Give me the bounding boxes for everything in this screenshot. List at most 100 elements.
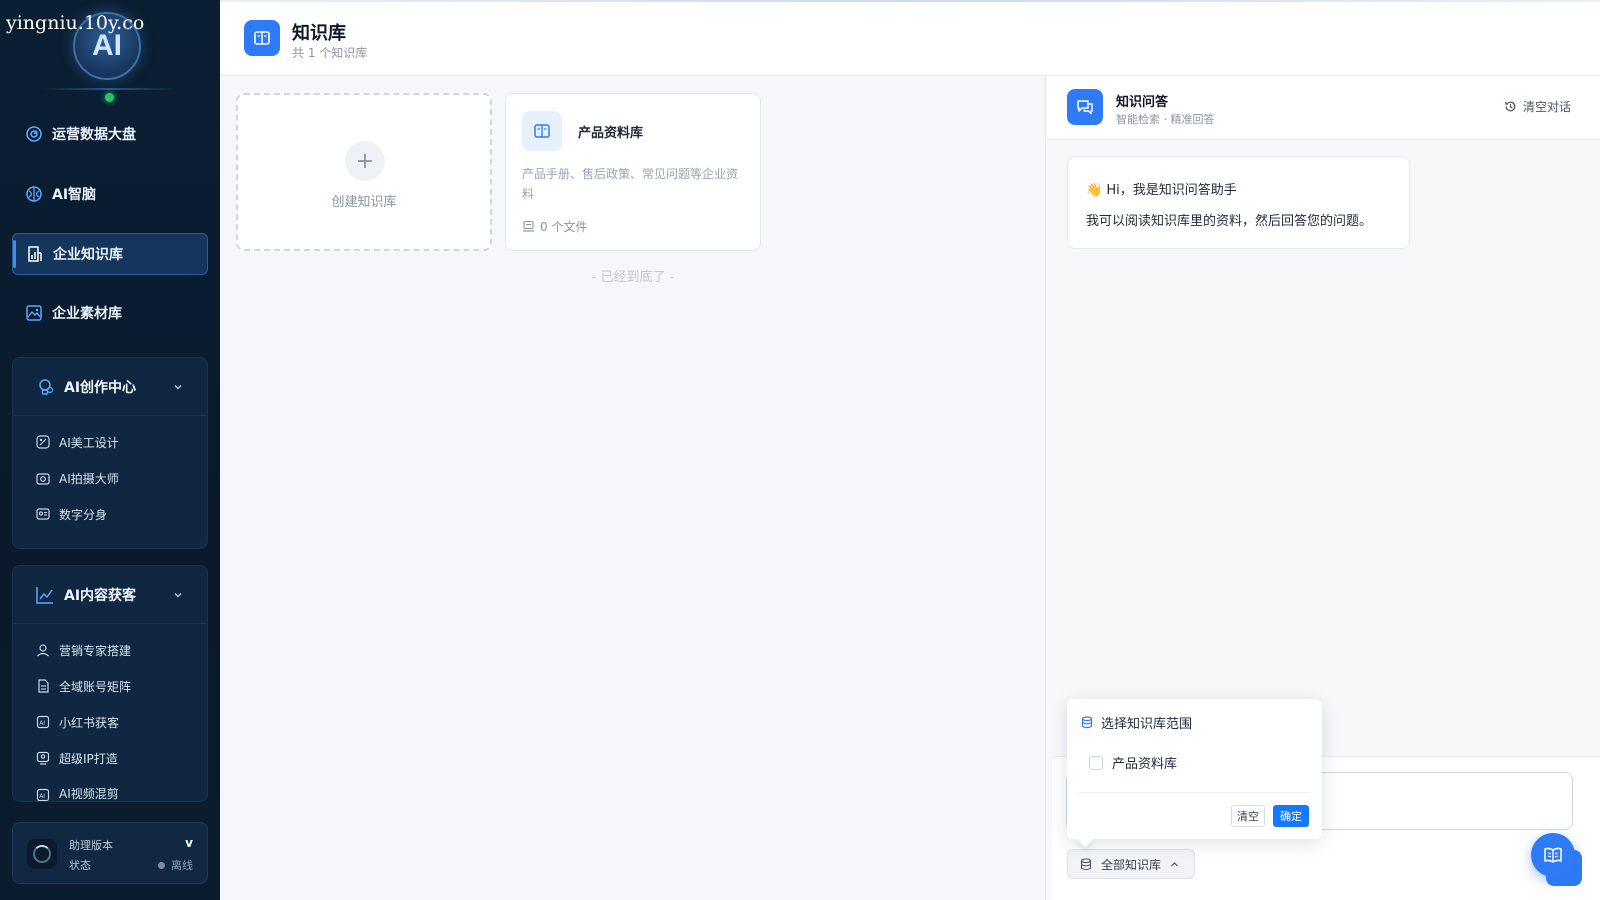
- sidebar-subitem-label: 营销专家搭建: [59, 643, 132, 658]
- nav-group-label: AI内容获客: [64, 587, 137, 604]
- chat-subtitle: 智能检索 · 精准回答: [1116, 113, 1215, 126]
- knowledge-base-description: 产品手册、售后政策、常见问题等企业资料: [522, 167, 739, 201]
- status-label: 状态: [69, 859, 91, 872]
- version-value: v: [185, 836, 193, 850]
- chat-title: 知识问答: [1116, 95, 1169, 110]
- nav-group-ai-acquisition: AI内容获客 营销专家搭建 全域账号矩阵 AI 小红书获客 超级IP打造 AI …: [12, 565, 208, 802]
- sidebar-subitem-ai-design[interactable]: AI美工设计: [13, 424, 207, 460]
- sidebar-item-knowledge-base[interactable]: 企业知识库: [12, 233, 208, 275]
- scope-option-product-library[interactable]: 产品资料库: [1089, 753, 1177, 772]
- image-icon: [25, 304, 43, 322]
- header-top-line: [220, 0, 1600, 2]
- nav-group-label: AI创作中心: [64, 379, 137, 396]
- ai-badge-icon: AI: [35, 787, 50, 801]
- knowledge-base-name: 产品资料库: [578, 126, 644, 141]
- trend-icon: [35, 585, 55, 605]
- id-card-icon: [35, 507, 50, 522]
- sidebar: yingniu.10y.co AI 运营数据大盘 AI智脑 企业知识库 企业素材…: [0, 0, 220, 900]
- nav-group-header-ai-acquisition[interactable]: AI内容获客: [13, 566, 207, 624]
- sidebar-item-asset-library[interactable]: 企业素材库: [12, 292, 208, 334]
- sidebar-item-label: AI智脑: [52, 187, 97, 203]
- status-value: 离线: [158, 857, 193, 873]
- sidebar-subitem-label: AI美工设计: [59, 435, 119, 450]
- sidebar-subitem-label: 超级IP打造: [59, 751, 118, 766]
- nav-group-ai-creation: AI创作中心 AI美工设计 AI拍摄大师 数字分身: [12, 357, 208, 549]
- camera-icon: [35, 471, 50, 486]
- sidebar-item-dashboard[interactable]: 运营数据大盘: [12, 113, 208, 155]
- scope-option-checkbox[interactable]: [1089, 755, 1103, 770]
- assistant-intro: 我可以阅读知识库里的资料，然后回答您的问题。: [1086, 214, 1373, 229]
- sidebar-subitem-label: 全域账号矩阵: [59, 679, 132, 694]
- nav-group-header-ai-creation[interactable]: AI创作中心: [13, 358, 207, 416]
- clear-conversation-label: 清空对话: [1522, 100, 1571, 114]
- logo-glow-divider: [40, 88, 180, 90]
- popover-confirm-button[interactable]: 确定: [1273, 805, 1309, 827]
- dashboard-icon: [25, 125, 43, 143]
- sidebar-subitem-xiaohongshu[interactable]: AI 小红书获客: [13, 704, 207, 740]
- loading-spinner-icon: [27, 839, 57, 869]
- sidebar-item-label: 企业素材库: [52, 306, 122, 322]
- page-title: 知识库: [292, 23, 346, 44]
- svg-text:AI: AI: [39, 792, 45, 799]
- logo-text: AI: [92, 29, 122, 62]
- ai-badge-icon: AI: [35, 715, 50, 730]
- knowledge-icon: [26, 245, 44, 263]
- profile-screen-icon: [35, 751, 50, 766]
- plus-icon: +: [345, 141, 385, 181]
- popover-clear-button[interactable]: 清空: [1231, 805, 1265, 827]
- knowledge-base-card[interactable]: 产品资料库 产品手册、售后政策、常见问题等企业资料 0 个文件: [505, 93, 761, 251]
- popover-title-text: 选择知识库范围: [1101, 717, 1193, 732]
- popover-divider: [1079, 792, 1310, 793]
- popover-title: 选择知识库范围: [1081, 713, 1192, 732]
- sidebar-subitem-label: 小红书获客: [59, 715, 120, 730]
- open-book-icon: [1543, 845, 1563, 865]
- database-icon: [1080, 857, 1092, 871]
- book-icon: [244, 20, 280, 56]
- sidebar-subitem-marketing-expert[interactable]: 营销专家搭建: [13, 632, 207, 668]
- sidebar-item-label: 运营数据大盘: [52, 127, 136, 143]
- bulb-icon: [35, 377, 55, 397]
- knowledge-base-file-count: 0 个文件: [522, 218, 587, 235]
- sidebar-subitem-label: 数字分身: [59, 507, 108, 522]
- svg-text:AI: AI: [39, 720, 45, 727]
- knowledge-scope-popover: 选择知识库范围 产品资料库 清空 确定: [1067, 699, 1322, 839]
- version-label: 助理版本: [69, 839, 113, 852]
- create-knowledge-base-label: 创建知识库: [331, 195, 397, 210]
- clear-conversation-button[interactable]: 清空对话: [1504, 98, 1571, 115]
- sidebar-item-ai-brain[interactable]: AI智脑: [12, 173, 208, 215]
- database-icon: [1081, 716, 1093, 729]
- scope-selector-label: 全部知识库: [1101, 857, 1162, 872]
- online-status-dot: [105, 93, 114, 102]
- sidebar-subitem-account-matrix[interactable]: 全域账号矩阵: [13, 668, 207, 704]
- brain-icon: [25, 185, 43, 203]
- document-icon: [35, 679, 50, 694]
- palette-icon: [35, 435, 50, 450]
- chat-bubbles-icon: [1067, 89, 1103, 125]
- sidebar-subitem-label: AI拍摄大师: [59, 471, 119, 486]
- sidebar-subitem-super-ip[interactable]: 超级IP打造: [13, 740, 207, 776]
- sidebar-subitem-video-mix[interactable]: AI AI视频混剪: [13, 776, 207, 801]
- assistant-greeting: 👋 Hi，我是知识问答助手: [1086, 183, 1237, 198]
- floating-knowledge-button[interactable]: [1531, 833, 1575, 877]
- scope-option-label: 产品资料库: [1112, 757, 1178, 772]
- create-knowledge-base-card[interactable]: + 创建知识库: [236, 93, 492, 251]
- chat-header: 知识问答 智能检索 · 精准回答 清空对话: [1046, 76, 1600, 140]
- chevron-down-icon: [173, 380, 183, 396]
- watermark-text: yingniu.10y.co: [6, 12, 145, 34]
- offline-dot-icon: [158, 861, 165, 869]
- sidebar-subitem-digital-avatar[interactable]: 数字分身: [13, 496, 207, 532]
- knowledge-base-list: + 创建知识库 产品资料库 产品手册、售后政策、常见问题等企业资料 0 个文件 …: [220, 76, 1044, 900]
- user-icon: [35, 643, 50, 658]
- sidebar-subitem-ai-photo[interactable]: AI拍摄大师: [13, 460, 207, 496]
- book-icon: [522, 111, 562, 151]
- chevron-down-icon: [173, 588, 183, 604]
- file-stack-icon: [522, 220, 535, 233]
- history-icon: [1504, 100, 1517, 113]
- assistant-status-card: 助理版本 状态 v 离线: [12, 822, 208, 884]
- sidebar-subitem-label: AI视频混剪: [59, 787, 119, 801]
- knowledge-scope-selector[interactable]: 全部知识库: [1067, 849, 1195, 879]
- page-header: 知识库 共 1 个知识库: [220, 0, 1600, 76]
- chevron-up-icon: [1170, 860, 1179, 869]
- status-text: 离线: [171, 859, 193, 872]
- sidebar-item-label: 企业知识库: [53, 247, 123, 263]
